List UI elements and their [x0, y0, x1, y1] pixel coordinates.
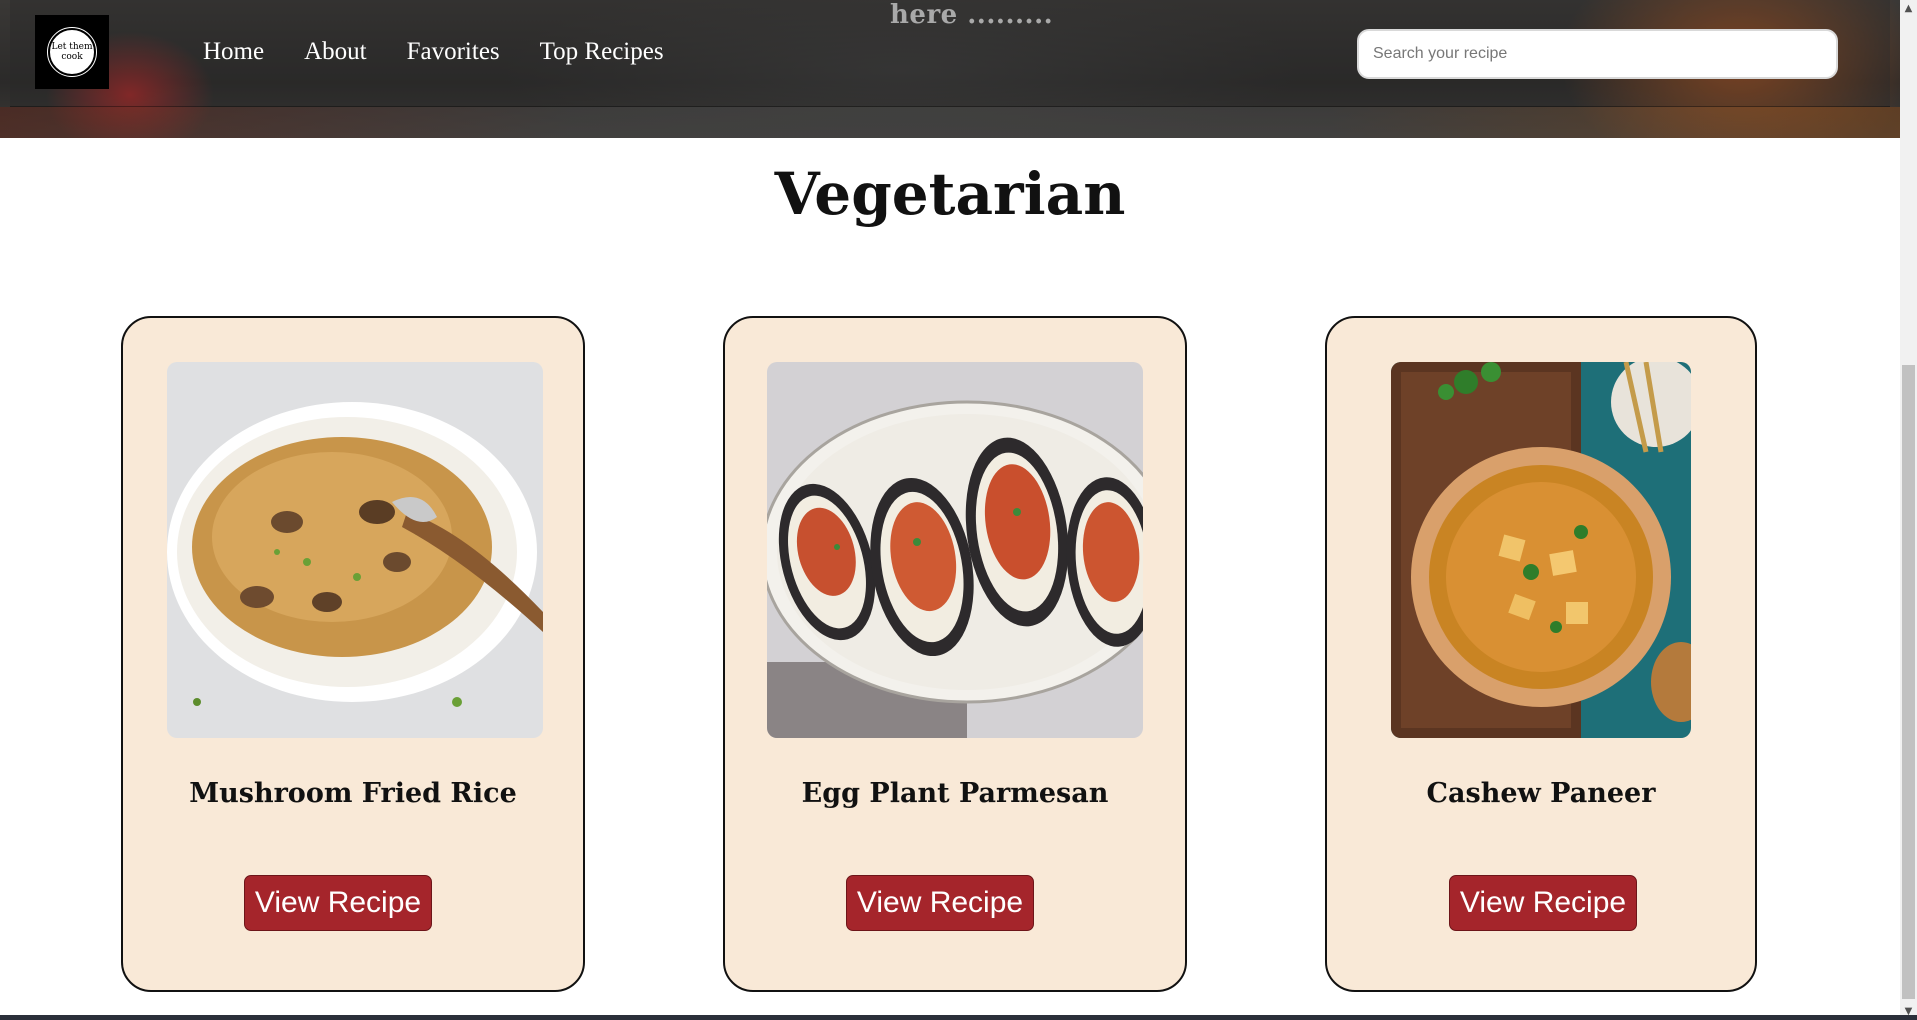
- recipe-image-egg-plant-parmesan: [767, 362, 1143, 738]
- scroll-up-icon[interactable]: ▲: [1900, 0, 1917, 17]
- recipe-image-mushroom-fried-rice: [167, 362, 543, 738]
- site-logo[interactable]: Let them cook: [35, 15, 109, 89]
- header-strip: [0, 107, 1900, 138]
- recipe-card-cashew-paneer: Cashew Paneer View Recipe: [1325, 316, 1757, 992]
- nav-home[interactable]: Home: [203, 38, 264, 66]
- section-title: Vegetarian: [774, 160, 1126, 228]
- recipe-card-egg-plant-parmesan: Egg Plant Parmesan View Recipe: [723, 316, 1187, 992]
- search-input[interactable]: [1357, 29, 1838, 79]
- recipe-title: Egg Plant Parmesan: [801, 778, 1109, 809]
- window-bottom-edge: [0, 1015, 1917, 1020]
- nav-favorites[interactable]: Favorites: [407, 38, 500, 66]
- header-banner: here ......... Let them cook Home About …: [0, 0, 1900, 138]
- header-tagline: here .........: [890, 0, 1054, 30]
- recipe-card-mushroom-fried-rice: Mushroom Fried Rice View Recipe: [121, 316, 585, 992]
- recipe-title: Mushroom Fried Rice: [189, 778, 517, 809]
- recipe-title: Cashew Paneer: [1426, 778, 1656, 809]
- logo-badge: Let them cook: [47, 27, 97, 77]
- view-recipe-button[interactable]: View Recipe: [846, 875, 1034, 931]
- main-nav: Home About Favorites Top Recipes: [203, 38, 664, 66]
- view-recipe-button[interactable]: View Recipe: [1449, 875, 1637, 931]
- vertical-scrollbar[interactable]: ▲ ▼: [1900, 0, 1917, 1020]
- nav-about[interactable]: About: [304, 38, 367, 66]
- recipe-image-cashew-paneer: [1391, 362, 1691, 738]
- scroll-thumb[interactable]: [1902, 365, 1915, 999]
- view-recipe-button[interactable]: View Recipe: [244, 875, 432, 931]
- nav-top-recipes[interactable]: Top Recipes: [540, 38, 664, 66]
